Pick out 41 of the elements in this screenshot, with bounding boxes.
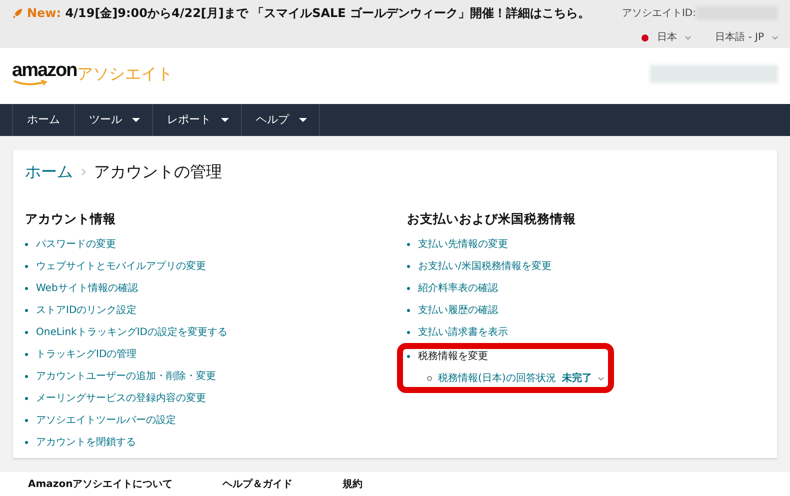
chevron-down-icon[interactable] bbox=[772, 36, 778, 40]
language-selector[interactable]: 日本語 - JP bbox=[715, 30, 764, 45]
account-link[interactable]: パスワードの変更 bbox=[36, 238, 116, 251]
nav-item[interactable]: ヘルプ bbox=[241, 104, 320, 136]
account-link[interactable]: 紹介料率表の確認 bbox=[418, 282, 498, 295]
announcement-text[interactable]: New: 4/19[金]9:00から4/22[月]まで 「スマイルSALE ゴールデンウィーク」開催！詳細はこちら。 bbox=[27, 4, 590, 22]
nav-item[interactable]: ホーム bbox=[12, 104, 74, 136]
chevron-icon bbox=[81, 168, 86, 176]
account-link[interactable]: アカウントを閉鎖する bbox=[36, 436, 136, 449]
account-link[interactable]: 税務情報を変更 bbox=[418, 350, 488, 363]
account-link[interactable]: 支払い請求書を表示 bbox=[418, 326, 508, 339]
account-link[interactable]: トラッキングIDの管理 bbox=[36, 348, 137, 361]
associate-id-label: アソシエイトID: bbox=[622, 6, 696, 20]
account-link[interactable]: 税務情報(日本)の回答状況 bbox=[438, 372, 556, 385]
account-link[interactable]: ストアIDのリンク設定 bbox=[36, 304, 137, 317]
rocket-icon bbox=[12, 8, 23, 18]
japan-flag-icon bbox=[641, 34, 650, 42]
footer-heading: Amazonアソシエイトについて bbox=[28, 478, 173, 492]
section-heading: アカウント情報 bbox=[25, 210, 117, 228]
breadcrumb-link[interactable]: ホーム bbox=[25, 160, 73, 184]
amazon-logo[interactable]: amazon bbox=[12, 62, 77, 86]
caret-icon[interactable] bbox=[598, 376, 604, 381]
account-link[interactable]: 支払い先情報の変更 bbox=[418, 238, 508, 251]
nav-item[interactable]: ツール bbox=[74, 104, 152, 136]
country-selector[interactable]: 日本 bbox=[657, 30, 678, 45]
account-link[interactable]: メーリングサービスの登録内容の変更 bbox=[36, 392, 206, 405]
section-heading: お支払いおよび米国税務情報 bbox=[407, 210, 577, 228]
page-title: アカウントの管理 bbox=[94, 161, 222, 183]
account-link[interactable]: OneLinkトラッキングIDの設定を変更する bbox=[36, 326, 228, 339]
footer-heading: 規約 bbox=[342, 478, 363, 492]
logo-subtitle: アソシエイト bbox=[76, 63, 173, 85]
account-link[interactable]: アソシエイトツールバーの設定 bbox=[36, 414, 176, 427]
account-link[interactable]: アカウントユーザーの追加・削除・変更 bbox=[36, 370, 216, 383]
footer-heading: ヘルプ＆ガイド bbox=[222, 478, 293, 492]
status-label: 未完了 bbox=[562, 372, 592, 385]
account-link[interactable]: 支払い履歴の確認 bbox=[418, 304, 498, 317]
nav-item[interactable]: レポート bbox=[152, 104, 241, 136]
chevron-down-icon[interactable] bbox=[685, 36, 692, 40]
account-link[interactable]: Webサイト情報の確認 bbox=[36, 282, 138, 295]
account-link[interactable]: ウェブサイトとモバイルアプリの変更 bbox=[36, 260, 206, 273]
account-link[interactable]: お支払い/米国税務情報を変更 bbox=[418, 260, 552, 273]
